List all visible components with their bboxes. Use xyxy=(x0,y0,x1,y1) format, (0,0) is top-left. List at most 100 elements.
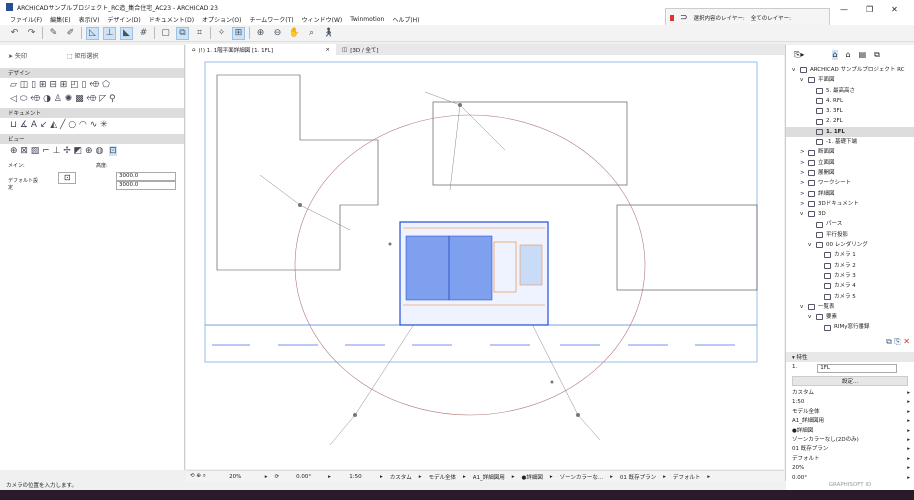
new-view-icon[interactable]: ⧉ xyxy=(886,337,892,346)
tree-item[interactable]: カメラ 5 xyxy=(786,292,914,302)
menu-options[interactable]: オプション(O) xyxy=(202,15,241,24)
expand-arrow-icon[interactable]: > xyxy=(800,158,805,168)
redo-icon[interactable]: ↷ xyxy=(25,27,38,40)
zone-value[interactable]: ゾーンカラーな... xyxy=(560,473,603,481)
graphisoft-id-button[interactable]: GRAPHISOFT ID xyxy=(786,481,914,490)
layer-icon[interactable]: ▢ xyxy=(159,27,172,40)
trace-icon[interactable]: ⧉ xyxy=(176,26,189,40)
tree-item[interactable]: 3. 3FL xyxy=(786,106,914,116)
close-tab-icon[interactable]: × xyxy=(325,47,330,53)
view-name-field[interactable]: 1FL xyxy=(817,364,898,373)
design-tools-2[interactable]: ◁ ⬭ ⬲ ◑ ♙ ✺ ▩ ⬲ ◸ ⚲ xyxy=(0,92,184,106)
tree-item[interactable]: > 立面図 xyxy=(786,158,914,168)
zoom-out-icon[interactable]: ⊖ xyxy=(271,27,284,40)
tree-item[interactable]: v 3D xyxy=(786,209,914,219)
menu-edit[interactable]: 編集(E) xyxy=(50,15,70,24)
undo-icon[interactable]: ↶ xyxy=(8,27,21,40)
property-row[interactable]: モデル全体 ▸ xyxy=(786,408,914,417)
settings-button[interactable]: 設定... xyxy=(792,376,908,386)
menu-design[interactable]: デザイン(D) xyxy=(107,15,140,24)
tree-item[interactable]: v 00 レンダリング xyxy=(786,240,914,250)
expand-arrow-icon[interactable]: > xyxy=(800,178,805,188)
tree-item[interactable]: v ARCHICAD サンプルプロジェクト RC xyxy=(786,65,914,75)
renovation-value[interactable]: 01 既存プラン xyxy=(620,473,656,481)
layer-toggle-icon[interactable]: ⊃ xyxy=(680,13,688,23)
property-row[interactable]: カスタム ▸ xyxy=(786,389,914,398)
property-row[interactable]: ●詳細図 ▸ xyxy=(786,427,914,436)
tree-item[interactable]: > 詳細図 xyxy=(786,189,914,199)
menu-file[interactable]: ファイル(F) xyxy=(10,15,42,24)
property-row[interactable]: 0.00° ▸ xyxy=(786,474,914,481)
magic-wand-icon[interactable]: ✧ xyxy=(215,27,228,40)
snap-icon[interactable]: ⊥ xyxy=(103,26,116,40)
menu-twinmotion[interactable]: Twinmotion xyxy=(350,16,384,23)
navigator-menu-icon[interactable]: ⎘▸ xyxy=(794,50,804,60)
maximize-button[interactable]: ❐ xyxy=(866,5,873,14)
menu-view[interactable]: 表示(V) xyxy=(79,15,100,24)
close-icon[interactable] xyxy=(670,14,674,21)
tree-item[interactable]: カメラ 4 xyxy=(786,281,914,291)
project-map-icon[interactable]: ⌂ xyxy=(832,50,838,60)
gravity-icon[interactable]: ◣ xyxy=(120,26,133,40)
menu-window[interactable]: ウィンドウ(W) xyxy=(302,15,343,24)
view-tools[interactable]: ⊕ ⊠ ▨ ⌐ ⊥ ✢ ◩ ⊕ ◍ ⊡ xyxy=(0,144,184,158)
expand-arrow-icon[interactable]: > xyxy=(800,189,805,199)
mvo-value[interactable]: ●詳細図 xyxy=(522,473,543,481)
tree-item[interactable]: > 展開図 xyxy=(786,168,914,178)
structure-value[interactable]: カスタム xyxy=(390,473,412,481)
expand-arrow-icon[interactable]: v xyxy=(800,302,805,312)
settings-icon[interactable]: ⎘ xyxy=(894,337,900,346)
expand-arrow-icon[interactable]: > xyxy=(800,199,805,209)
pan-icon[interactable]: ✋ xyxy=(288,27,301,40)
property-row[interactable]: ゾーンカラーなし(2Dのみ) ▸ xyxy=(786,436,914,445)
height-field-1[interactable]: 3000.0 xyxy=(116,172,176,181)
tree-item[interactable]: 2. 2FL xyxy=(786,116,914,126)
guide-line-icon[interactable]: ◺ xyxy=(86,26,99,40)
property-row[interactable]: 01 既存プラン ▸ xyxy=(786,445,914,454)
close-button[interactable]: ✕ xyxy=(891,5,898,14)
property-row[interactable]: デフォルト ▸ xyxy=(786,455,914,464)
tree-item[interactable]: RIMy窓行番録 xyxy=(786,322,914,332)
height-field-2[interactable]: 3000.0 xyxy=(116,181,176,190)
tree-item[interactable]: カメラ 1 xyxy=(786,250,914,260)
tree-item[interactable]: > 断面図 xyxy=(786,147,914,157)
tree-item[interactable]: 平行投影 xyxy=(786,230,914,240)
tree-item[interactable]: カメラ 3 xyxy=(786,271,914,281)
tree-item[interactable]: v 一覧表 xyxy=(786,302,914,312)
expand-arrow-icon[interactable]: v xyxy=(792,65,797,75)
pen-set-value[interactable]: A1_詳細図用 xyxy=(473,473,505,481)
drawing-canvas[interactable] xyxy=(186,55,784,469)
tab-3d[interactable]: ◫ [3D / 全て] xyxy=(336,44,385,55)
tree-item[interactable]: > ワークシート xyxy=(786,178,914,188)
trim-icon[interactable]: ⌗ xyxy=(193,27,206,40)
walk-icon[interactable]: 🚶︎ xyxy=(322,27,335,40)
tree-item[interactable]: 1. 1FL xyxy=(786,126,914,138)
marquee-tool[interactable]: ⬚ 矩形選択 xyxy=(67,51,99,60)
tree-item[interactable]: -1. 基礎下端 xyxy=(786,137,914,147)
scale-value[interactable]: 1:50 xyxy=(338,474,373,480)
document-tools[interactable]: ⊔ ∡ A ↙ ◭ ╱ ○ ◠ ∿ ✳ xyxy=(0,118,184,132)
angle-value[interactable]: 0.00° xyxy=(286,474,321,480)
menu-document[interactable]: ドキュメント(D) xyxy=(149,15,194,24)
tree-item[interactable]: パース xyxy=(786,219,914,229)
expand-arrow-icon[interactable]: v xyxy=(800,75,805,85)
tree-item[interactable]: 5. 最高高さ xyxy=(786,86,914,96)
dimension-value[interactable]: デフォルト xyxy=(673,473,701,481)
renovation-icon[interactable]: ⊞ xyxy=(232,26,245,40)
view-map-icon[interactable]: ⌂ xyxy=(846,50,851,60)
expand-arrow-icon[interactable]: > xyxy=(800,168,805,178)
arrow-tool[interactable]: ➤ 矢印 xyxy=(8,51,27,60)
inject-icon[interactable]: ✐ xyxy=(64,27,77,40)
zoom-controls-icon[interactable]: ⟲ ⊕ ⌕ xyxy=(190,473,206,480)
tree-item[interactable]: 4. RFL xyxy=(786,96,914,106)
expand-arrow-icon[interactable]: v xyxy=(800,209,805,219)
zoom-in-icon[interactable]: ⊕ xyxy=(254,27,267,40)
fit-icon[interactable]: ⌕ xyxy=(305,27,318,40)
expand-arrow-icon[interactable]: v xyxy=(808,240,813,250)
publisher-icon[interactable]: ⧉ xyxy=(874,50,880,60)
property-row[interactable]: A1_詳細図用 ▸ xyxy=(786,417,914,426)
tab-floor-plan[interactable]: ⌂ (!) 1. 1階平面詳細図 [1. 1FL] × xyxy=(186,44,336,55)
property-row[interactable]: 1:50 ▸ xyxy=(786,398,914,407)
expand-arrow-icon[interactable]: > xyxy=(800,147,805,157)
property-row[interactable]: 20% ▸ xyxy=(786,464,914,473)
